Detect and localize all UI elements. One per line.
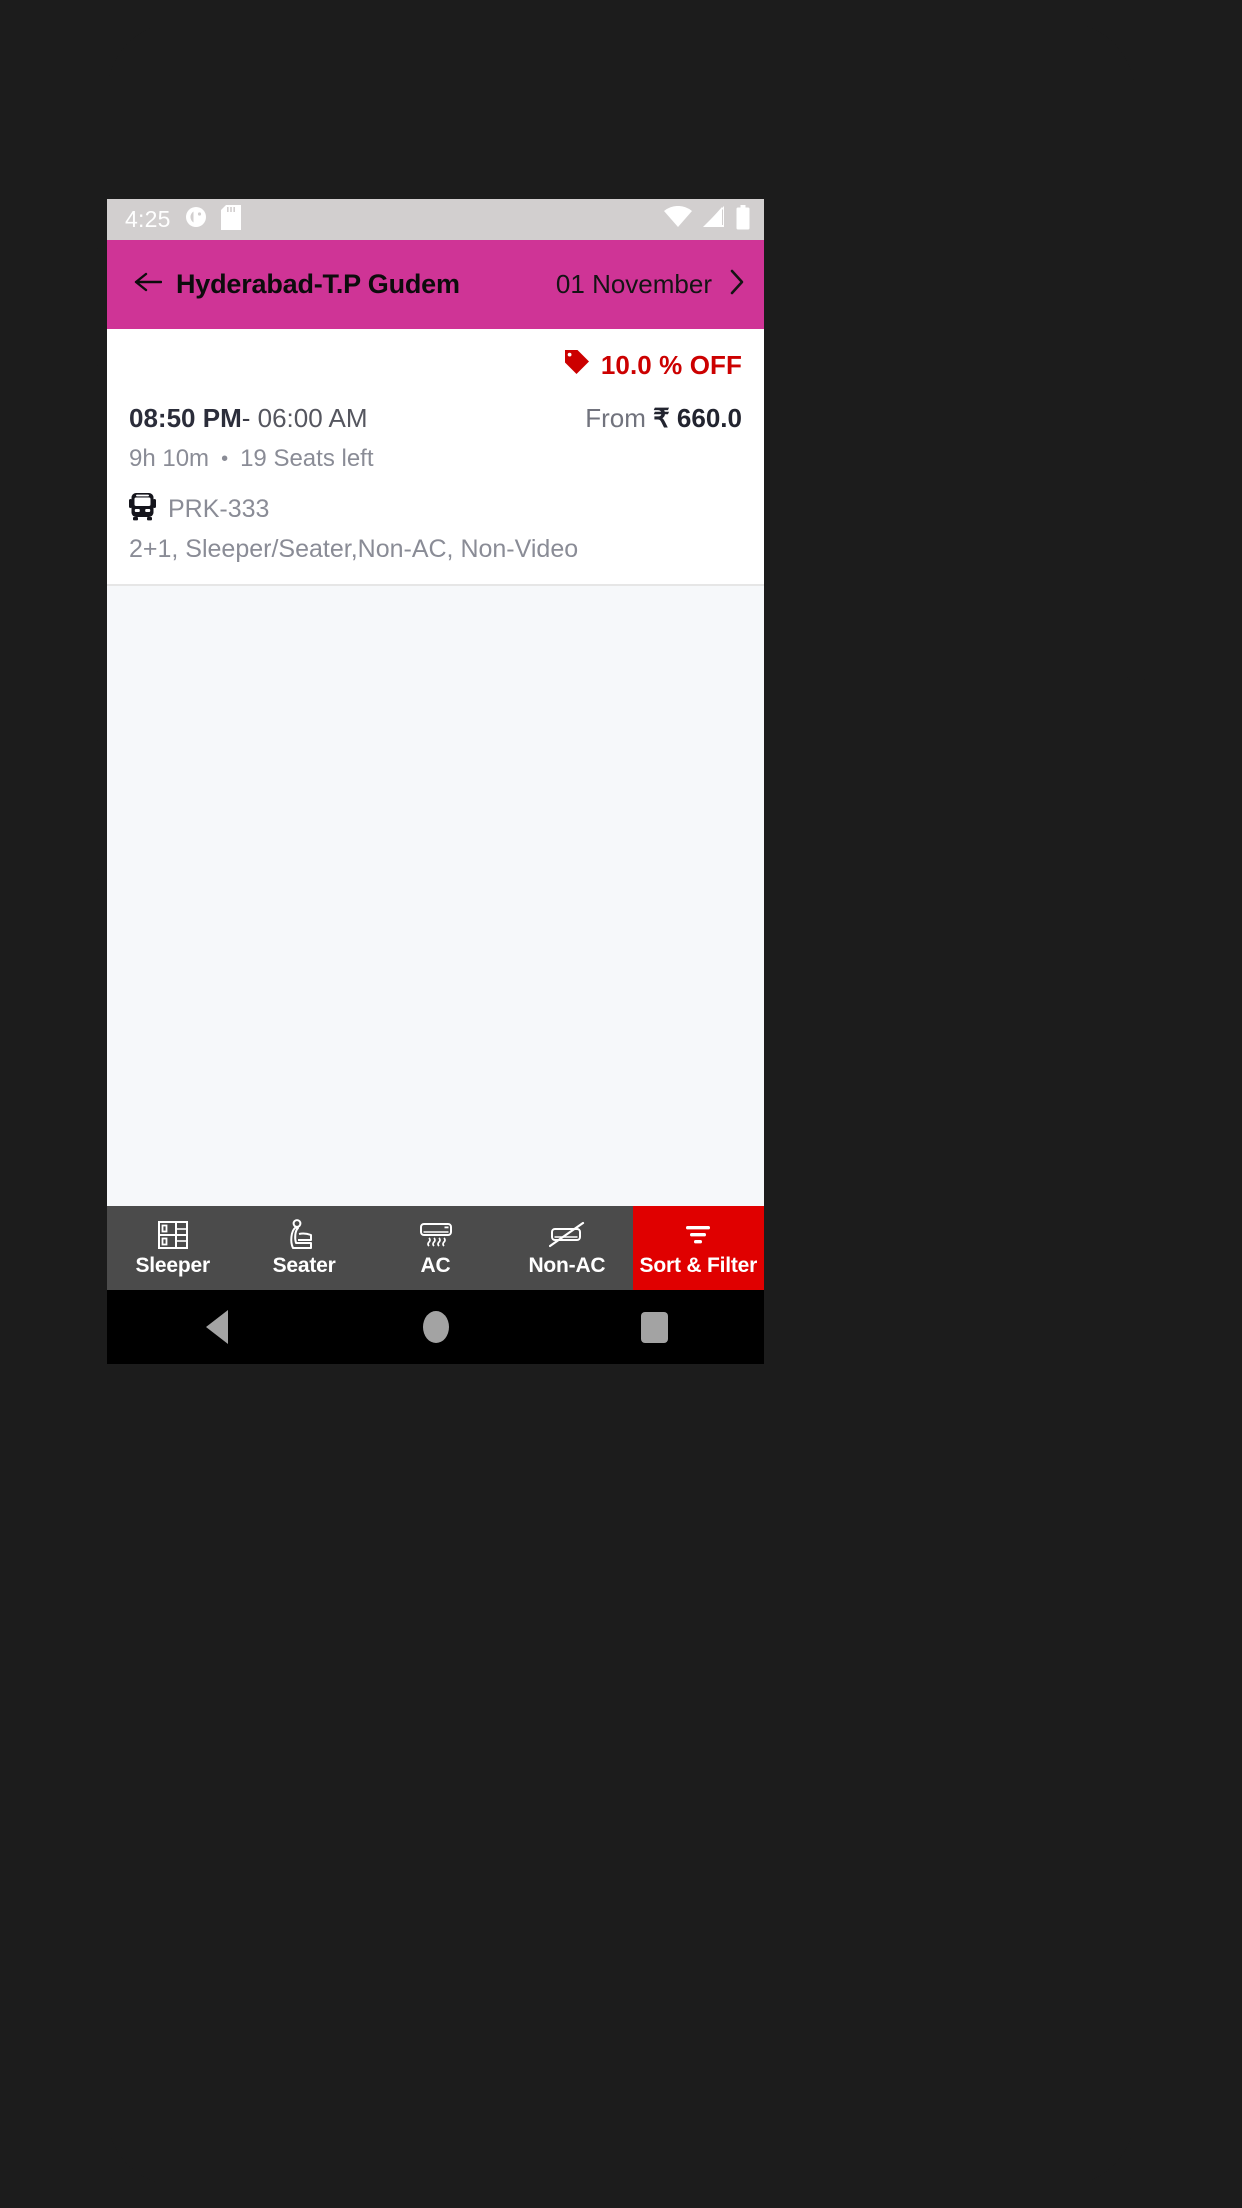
filter-label: Seater [272, 1254, 336, 1277]
price-prefix: From [585, 403, 646, 433]
app-bar: Hyderabad-T.P Gudem 01 November [107, 240, 764, 329]
price-tag-icon [563, 349, 590, 381]
trip-time-row: 08:50 PM- 06:00 AM From ₹ 660.0 [129, 403, 742, 434]
signal-icon [702, 206, 726, 233]
app-notification-icon [184, 205, 208, 234]
filter-item-sleeper[interactable]: Sleeper [107, 1206, 238, 1290]
price-amount: ₹ 660.0 [653, 403, 742, 433]
status-bar-left: 4:25 [125, 204, 241, 235]
nav-back-button[interactable] [162, 1290, 272, 1364]
filter-bar: Sleeper Seater AC Non-AC Sort & Filter [107, 1206, 764, 1290]
nav-home-button[interactable] [381, 1290, 491, 1364]
bus-features: 2+1, Sleeper/Seater,Non-AC, Non-Video [129, 535, 579, 563]
bus-icon [129, 492, 156, 526]
home-circle-icon [422, 1311, 449, 1343]
sleeper-berth-icon [157, 1218, 189, 1251]
android-navigation-bar [107, 1290, 764, 1364]
battery-icon [736, 204, 750, 235]
ac-unit-off-icon [548, 1218, 585, 1251]
trip-price: From ₹ 660.0 [585, 403, 742, 434]
ac-unit-icon [419, 1218, 453, 1251]
wifi-icon [664, 205, 692, 233]
departure-time: 08:50 PM [129, 403, 242, 433]
filter-item-sort-and-filter[interactable]: Sort & Filter [632, 1206, 764, 1290]
filter-item-seater[interactable]: Seater [238, 1206, 369, 1290]
trip-duration: 9h 10m [129, 445, 210, 472]
back-arrow-icon[interactable] [134, 271, 163, 298]
bus-number-row: PRK-333 [129, 492, 742, 526]
meta-bullet: • [221, 448, 229, 470]
seats-left: 19 Seats left [240, 445, 374, 472]
back-triangle-icon [205, 1310, 228, 1344]
seat-icon [287, 1218, 321, 1251]
filter-label: Sort & Filter [639, 1254, 758, 1277]
trip-times: 08:50 PM- 06:00 AM [129, 403, 368, 434]
filter-label: Sleeper [135, 1254, 210, 1277]
route-title: Hyderabad-T.P Gudem [176, 269, 460, 299]
travel-date-label: 01 November [555, 269, 712, 299]
status-bar-right [664, 199, 750, 240]
offer-label: 10.0 % OFF [600, 349, 742, 380]
status-bar-clock: 4:25 [125, 206, 171, 232]
phone-screen: 4:25 Hyderabad-T.P Gudem 01 November 10.… [107, 199, 764, 1364]
offer-badge: 10.0 % OFF [129, 347, 742, 383]
filter-label: AC [420, 1254, 451, 1277]
recents-square-icon [641, 1311, 668, 1343]
bus-number: PRK-333 [168, 494, 270, 523]
results-list-area [107, 586, 764, 1206]
trip-meta-row: 9h 10m • 19 Seats left [129, 445, 742, 473]
trip-result-card[interactable]: 10.0 % OFF 08:50 PM- 06:00 AM From ₹ 660… [107, 329, 764, 586]
sd-card-icon [220, 204, 241, 235]
date-selector[interactable]: 01 November [556, 268, 746, 301]
app-bar-left-group: Hyderabad-T.P Gudem [134, 269, 460, 300]
filter-item-non-ac[interactable]: Non-AC [501, 1206, 632, 1290]
filter-label: Non-AC [528, 1254, 606, 1277]
phone-side-button-power[interactable] [1127, 480, 1147, 680]
nav-recents-button[interactable] [600, 1290, 710, 1364]
chevron-right-icon[interactable] [728, 268, 746, 301]
time-separator: - [241, 403, 251, 433]
filter-icon [683, 1218, 713, 1251]
arrival-time: 06:00 AM [257, 403, 368, 433]
filter-item-ac[interactable]: AC [370, 1206, 501, 1290]
status-bar: 4:25 [107, 199, 764, 240]
